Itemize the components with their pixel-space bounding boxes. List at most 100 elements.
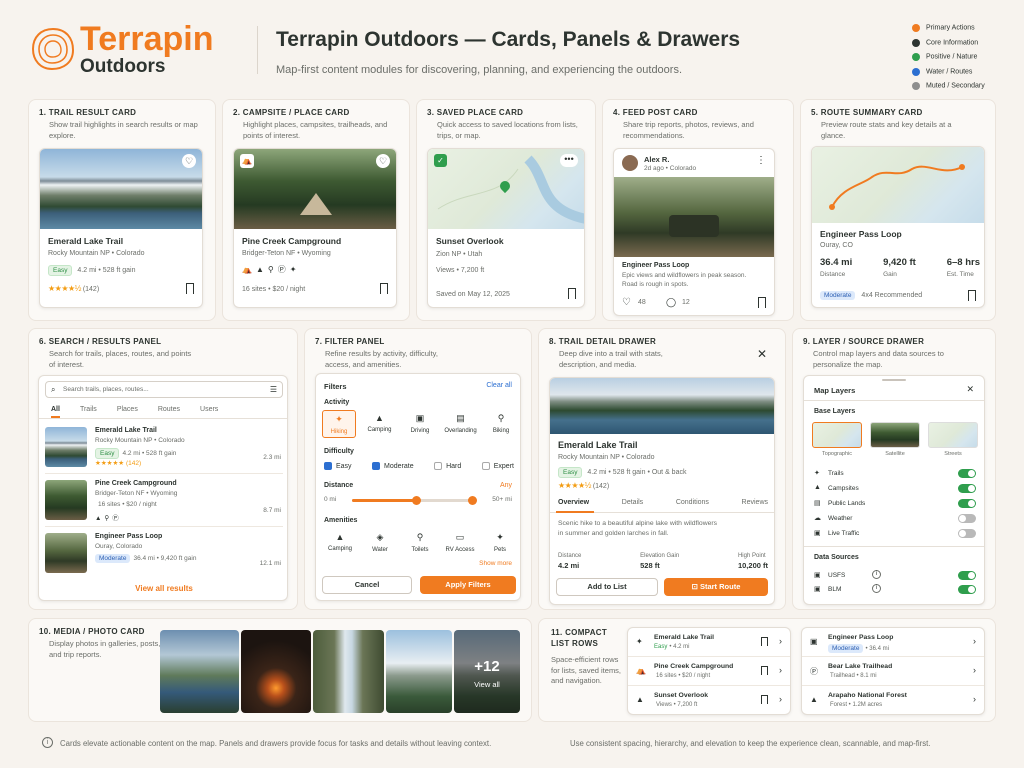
source-toggle[interactable] (958, 585, 976, 594)
base-layer-streets[interactable]: Streets (928, 422, 978, 457)
bookmark-icon[interactable] (568, 288, 576, 299)
media-photo-2[interactable] (241, 630, 311, 713)
activity-option-camping[interactable]: ▲ Camping (363, 410, 397, 438)
tab-reviews[interactable]: Reviews (742, 499, 768, 506)
search-box[interactable]: ⌕ Search trails, places, routes... ☰ (45, 381, 283, 398)
legend-item: Core Information (912, 38, 978, 47)
checkbox[interactable] (481, 462, 490, 470)
campsite-card[interactable]: ⛺ ♡ Pine Creek Campground Bridger-Teton … (233, 148, 397, 308)
bookmark-icon[interactable] (186, 283, 194, 294)
amenity-option[interactable]: ◈ Water (362, 532, 398, 553)
chevron-right-icon[interactable]: › (973, 636, 976, 646)
difficulty-option-moderate[interactable]: Moderate (372, 462, 414, 470)
amenity-option[interactable]: ▲ Camping (322, 532, 358, 553)
difficulty-option-hard[interactable]: Hard (434, 462, 461, 470)
tab-overview[interactable]: Overview (558, 499, 589, 506)
tab-conditions[interactable]: Conditions (676, 499, 709, 506)
heart-icon[interactable]: ♡ (622, 297, 631, 308)
activity-option-biking[interactable]: ⚲ Biking (484, 410, 518, 438)
activity-option-driving[interactable]: ▣ Driving (403, 410, 437, 438)
avatar[interactable] (622, 155, 638, 171)
add-to-list-button[interactable]: Add to List (556, 578, 658, 596)
slider-handle-high[interactable] (468, 496, 477, 505)
bookmark-icon[interactable] (968, 290, 976, 301)
clear-all-link[interactable]: Clear all (486, 382, 512, 389)
tab-trails[interactable]: Trails (80, 406, 97, 413)
bookmark-icon[interactable] (761, 637, 768, 646)
checkbox[interactable] (324, 462, 332, 470)
activity-label: Driving (410, 428, 430, 434)
bookmark-icon[interactable] (380, 283, 388, 294)
layer-toggle[interactable] (958, 484, 976, 493)
chevron-right-icon[interactable]: › (779, 694, 782, 704)
media-photo-3[interactable] (313, 630, 384, 713)
checked-icon[interactable]: ✓ (434, 154, 447, 167)
base-layer-topographic[interactable]: Topographic (812, 422, 862, 457)
compact-row[interactable]: ▲ Sunset Overlook Views • 7,200 ft › (628, 686, 790, 714)
route-summary-card[interactable]: Engineer Pass Loop Ouray, CO 36.4 mi Dist… (811, 146, 985, 308)
chevron-right-icon[interactable]: › (973, 694, 976, 704)
difficulty-option-easy[interactable]: Easy (324, 462, 352, 470)
amenity-option[interactable]: ▭ RV Access (442, 532, 478, 553)
result-stats-row: Easy 4.2 mi • 528 ft gain (95, 448, 176, 459)
activity-label: Overlanding (444, 428, 477, 434)
show-more-link[interactable]: Show more (479, 560, 512, 567)
checkbox[interactable] (434, 462, 443, 470)
difficulty-option-expert[interactable]: Expert (481, 462, 514, 470)
more-icon[interactable]: ••• (560, 154, 578, 167)
tab-details[interactable]: Details (622, 499, 643, 506)
bookmark-icon[interactable] (761, 695, 768, 704)
chevron-right-icon[interactable]: › (973, 665, 976, 675)
feed-post-card[interactable]: Alex R. 2d ago • Colorado ⋮ Engineer Pas… (613, 148, 775, 316)
layer-toggle[interactable] (958, 469, 976, 478)
bookmark-icon[interactable] (761, 666, 768, 675)
compact-row[interactable]: ▲ Arapaho National Forest Forest • 1.2M ac… (802, 686, 984, 714)
checkbox[interactable] (372, 462, 381, 470)
more-vertical-icon[interactable]: ⋮ (756, 155, 766, 166)
slider-handle-low[interactable] (412, 496, 421, 505)
media-photo-4[interactable] (386, 630, 452, 713)
info-icon[interactable]: i (872, 584, 881, 593)
source-toggle[interactable] (958, 571, 976, 580)
compact-row[interactable]: ✦ Emerald Lake Trail Easy • 4.2 mi › (628, 628, 790, 657)
layer-toggle[interactable] (958, 529, 976, 538)
close-icon[interactable]: ✕ (757, 347, 767, 361)
result-row[interactable]: Pine Creek Campground Bridger-Teton NF • … (39, 477, 287, 527)
tab-routes[interactable]: Routes (158, 406, 180, 413)
view-all-results-link[interactable]: View all results (39, 584, 287, 593)
media-photo-1[interactable] (160, 630, 239, 713)
layer-toggle[interactable] (958, 499, 976, 508)
comment-icon[interactable]: ◯ (666, 297, 676, 308)
compact-row[interactable]: ⛺ Pine Creek Campground 16 sites • $20 / n… (628, 657, 790, 686)
amenity-option[interactable]: ✦ Pets (482, 532, 518, 553)
filter-sliders-icon[interactable]: ☰ (270, 385, 277, 394)
trail-result-card[interactable]: ♡ Emerald Lake Trail Rocky Mountain NP •… (39, 148, 203, 308)
amenity-option[interactable]: ⚲ Toilets (402, 532, 438, 553)
cancel-button[interactable]: Cancel (322, 576, 412, 594)
compact-row[interactable]: ▣ Engineer Pass Loop Moderate • 36.4 mi › (802, 628, 984, 657)
heart-icon[interactable]: ♡ (182, 154, 196, 168)
apply-filters-button[interactable]: Apply Filters (420, 576, 516, 594)
drawer-handle[interactable] (882, 379, 906, 381)
base-layer-satellite[interactable]: Satellite (870, 422, 920, 457)
close-icon[interactable]: ✕ (966, 384, 974, 395)
start-route-button[interactable]: ⊡ Start Route (664, 578, 768, 596)
bookmark-icon[interactable] (758, 297, 766, 308)
heart-icon[interactable]: ♡ (376, 154, 390, 168)
chevron-right-icon[interactable]: › (779, 665, 782, 675)
tab-users[interactable]: Users (200, 406, 218, 413)
activity-option-overlanding[interactable]: ▤ Overlanding (444, 410, 478, 438)
search-input[interactable]: Search trails, places, routes... (63, 386, 149, 393)
layer-toggle[interactable] (958, 514, 976, 523)
distance-slider[interactable] (352, 496, 477, 505)
tab-all[interactable]: All (51, 406, 60, 418)
info-icon[interactable]: i (872, 570, 881, 579)
saved-place-card[interactable]: ✓ ••• Sunset Overlook Zion NP • Utah Vie… (427, 148, 585, 308)
tab-places[interactable]: Places (117, 406, 138, 413)
media-view-all-tile[interactable]: +12 View all (454, 630, 520, 713)
result-row[interactable]: Engineer Pass Loop Ouray, Colorado Moderat… (39, 530, 287, 580)
chevron-right-icon[interactable]: › (779, 636, 782, 646)
activity-option-hiking[interactable]: ✦ Hiking (322, 410, 356, 438)
result-row[interactable]: Emerald Lake Trail Rocky Mountain NP • Co… (39, 424, 287, 474)
compact-row[interactable]: Ⓟ Bear Lake Trailhead Trailhead • 8.1 mi › (802, 657, 984, 686)
